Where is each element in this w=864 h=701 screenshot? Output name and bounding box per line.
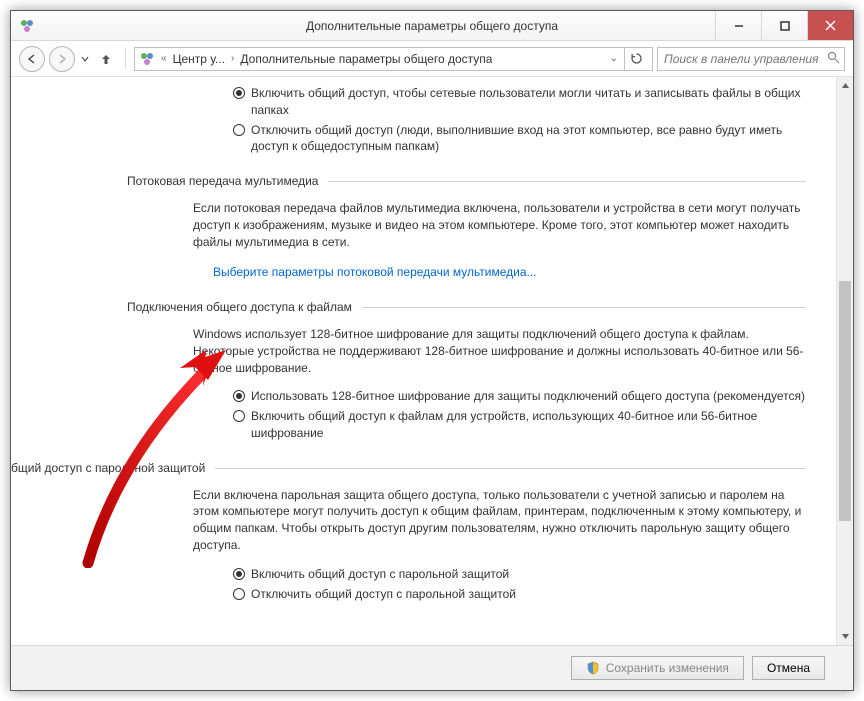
- section-header-media: Потоковая передача мультимедиа: [127, 173, 806, 190]
- radio-label: Отключить общий доступ с парольной защит…: [251, 586, 806, 603]
- save-button[interactable]: Сохранить изменения: [571, 656, 744, 680]
- close-button[interactable]: [807, 11, 853, 40]
- radio-icon: [233, 588, 245, 600]
- vertical-scrollbar[interactable]: [836, 77, 853, 645]
- section-title: бщий доступ с парольной защитой: [11, 460, 205, 477]
- window-frame: Дополнительные параметры общего доступа …: [10, 10, 854, 691]
- button-label: Сохранить изменения: [606, 661, 729, 675]
- radio-label: Использовать 128-битное шифрование для з…: [251, 388, 806, 405]
- footer-bar: Сохранить изменения Отмена: [11, 645, 853, 690]
- section-title: Потоковая передача мультимедиа: [127, 173, 318, 190]
- address-bar[interactable]: « Центр у... › Дополнительные параметры …: [134, 47, 653, 71]
- radio-icon: [233, 124, 245, 136]
- forward-button[interactable]: [49, 46, 75, 72]
- public-sharing-on-radio[interactable]: Включить общий доступ, чтобы сетевые пол…: [233, 85, 806, 119]
- up-button[interactable]: [95, 48, 117, 70]
- encryption-40bit-radio[interactable]: Включить общий доступ к файлам для устро…: [233, 408, 806, 442]
- scroll-down-button[interactable]: [837, 628, 853, 645]
- radio-icon: [233, 568, 245, 580]
- window-controls: [715, 11, 853, 40]
- radio-icon: [233, 390, 245, 402]
- button-label: Отмена: [767, 661, 810, 675]
- radio-label: Включить общий доступ, чтобы сетевые пол…: [251, 85, 806, 119]
- maximize-button[interactable]: [761, 11, 807, 40]
- scroll-up-button[interactable]: [837, 77, 853, 94]
- chevron-right-icon: ›: [229, 53, 236, 64]
- breadcrumb-segment[interactable]: Дополнительные параметры общего доступа: [240, 52, 492, 66]
- search-box[interactable]: [657, 47, 845, 71]
- radio-icon: [233, 87, 245, 99]
- section-title: Подключения общего доступа к файлам: [127, 299, 352, 316]
- back-button[interactable]: [19, 46, 45, 72]
- radio-label: Отключить общий доступ (люди, выполнивши…: [251, 122, 806, 156]
- navigation-toolbar: « Центр у... › Дополнительные параметры …: [11, 41, 853, 77]
- public-sharing-off-radio[interactable]: Отключить общий доступ (люди, выполнивши…: [233, 122, 806, 156]
- content-area: Включить общий доступ, чтобы сетевые пол…: [11, 77, 836, 645]
- cancel-button[interactable]: Отмена: [752, 656, 825, 680]
- section-header-encryption: Подключения общего доступа к файлам: [127, 299, 806, 316]
- scroll-thumb[interactable]: [839, 281, 851, 521]
- password-protect-off-radio[interactable]: Отключить общий доступ с парольной защит…: [233, 586, 806, 603]
- divider: [215, 468, 806, 469]
- radio-label: Включить общий доступ с парольной защито…: [251, 566, 806, 583]
- radio-label: Включить общий доступ к файлам для устро…: [251, 408, 806, 442]
- search-input[interactable]: [664, 52, 821, 66]
- section-body: Windows использует 128-битное шифрование…: [193, 326, 806, 376]
- history-dropdown[interactable]: [79, 55, 91, 63]
- separator: [125, 48, 126, 70]
- divider: [362, 307, 806, 308]
- media-streaming-link[interactable]: Выберите параметры потоковой передачи му…: [213, 265, 537, 279]
- divider: [328, 181, 806, 182]
- section-body: Если потоковая передача файлов мультимед…: [193, 200, 806, 250]
- section-header-password: бщий доступ с парольной защитой: [127, 460, 806, 477]
- section-body: Если включена парольная защита общего до…: [193, 487, 806, 554]
- search-icon: [827, 51, 840, 67]
- minimize-button[interactable]: [715, 11, 761, 40]
- titlebar: Дополнительные параметры общего доступа: [11, 11, 853, 41]
- encryption-128bit-radio[interactable]: Использовать 128-битное шифрование для з…: [233, 388, 806, 405]
- app-icon: [19, 18, 35, 34]
- scroll-track[interactable]: [837, 94, 853, 628]
- refresh-button[interactable]: [624, 48, 648, 70]
- chevron-down-icon[interactable]: ⌄: [608, 53, 620, 64]
- password-protect-on-radio[interactable]: Включить общий доступ с парольной защито…: [233, 566, 806, 583]
- shield-icon: [586, 661, 600, 675]
- radio-icon: [233, 410, 245, 422]
- chevron-icon: «: [159, 53, 169, 64]
- breadcrumb-segment[interactable]: Центр у...: [173, 52, 225, 66]
- location-icon: [139, 51, 155, 67]
